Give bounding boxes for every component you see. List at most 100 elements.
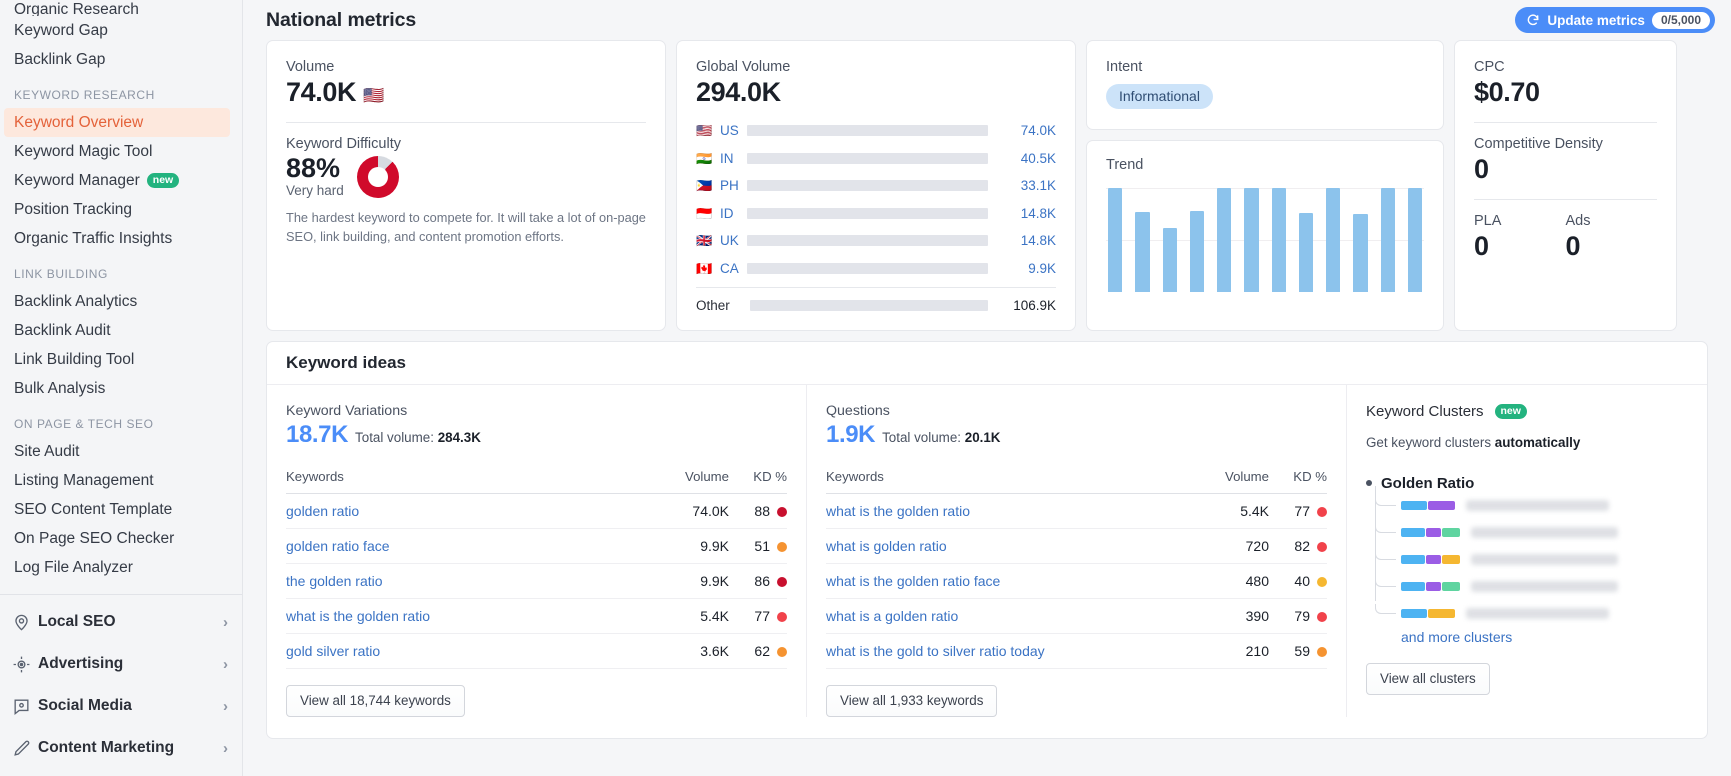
- trend-bar: [1108, 188, 1123, 292]
- chevron-right-icon: ›: [223, 613, 228, 631]
- ads-block: Ads 0: [1566, 213, 1658, 262]
- sidebar-item-log-file-analyzer[interactable]: Log File Analyzer: [0, 553, 242, 582]
- competitive-density-value: 0: [1474, 154, 1489, 185]
- update-metrics-button[interactable]: Update metrics 0/5,000: [1515, 7, 1715, 33]
- geo-code-uk[interactable]: UK: [713, 233, 747, 248]
- sidebar-item-on-page-seo-checker[interactable]: On Page SEO Checker: [0, 524, 242, 553]
- keyword-ideas-title: Keyword ideas: [286, 352, 406, 372]
- keyword-link[interactable]: what is the golden ratio: [286, 608, 430, 624]
- table-row: golden ratio face 9.9K 51: [286, 528, 787, 564]
- sidebar-item-organic-traffic-insights[interactable]: Organic Traffic Insights: [0, 224, 242, 253]
- sidebar-group-local-seo[interactable]: Local SEO ›: [0, 601, 242, 643]
- sidebar-item-keyword-magic-tool[interactable]: Keyword Magic Tool: [0, 137, 242, 166]
- keyword-link[interactable]: what is a golden ratio: [826, 608, 958, 624]
- geo-code-us[interactable]: US: [713, 123, 747, 138]
- sidebar-item-listing-management[interactable]: Listing Management: [0, 466, 242, 495]
- sidebar-group-social-media[interactable]: Social Media ›: [0, 685, 242, 727]
- gridline: [1106, 188, 1424, 189]
- keyword-variations-label: Keyword Variations: [286, 402, 408, 419]
- cluster-bar-segment: [1401, 608, 1427, 618]
- sidebar-item-bulk-analysis[interactable]: Bulk Analysis: [0, 374, 242, 403]
- sidebar-item-keyword-gap[interactable]: Keyword Gap: [0, 16, 242, 45]
- cluster-bar-segment: [1426, 527, 1441, 537]
- geo-code-ca[interactable]: CA: [713, 261, 747, 276]
- metrics-cards-row: Volume 74.0K 🇺🇸 Keyword Difficulty 88% V…: [257, 40, 1717, 331]
- col-header-kd[interactable]: KD %: [1269, 468, 1327, 494]
- geo-code-ph[interactable]: PH: [713, 178, 747, 193]
- geo-value[interactable]: 14.8K: [988, 206, 1056, 221]
- col-header-keywords[interactable]: Keywords: [286, 468, 643, 494]
- keyword-link[interactable]: what is the golden ratio: [826, 503, 970, 519]
- geo-value[interactable]: 74.0K: [988, 123, 1056, 138]
- cluster-bar-segment: [1428, 500, 1455, 510]
- trend-bar: [1135, 211, 1150, 292]
- geo-value[interactable]: 40.5K: [988, 151, 1056, 166]
- sidebar-item-backlink-analytics[interactable]: Backlink Analytics: [0, 287, 242, 316]
- keyword-link[interactable]: golden ratio: [286, 503, 359, 519]
- flag-icon: 🇨🇦: [696, 260, 713, 276]
- geo-separator: [696, 287, 1056, 289]
- keyword-link[interactable]: what is the golden ratio face: [826, 573, 1000, 589]
- intent-chip[interactable]: Informational: [1106, 84, 1213, 109]
- cluster-item[interactable]: [1401, 492, 1688, 519]
- table-row: golden ratio 74.0K 88: [286, 493, 787, 529]
- main-content: National metrics Update metrics 0/5,000 …: [243, 0, 1731, 776]
- cluster-item[interactable]: [1401, 519, 1688, 546]
- keyword-link[interactable]: gold silver ratio: [286, 643, 380, 659]
- sidebar-item-seo-content-template[interactable]: SEO Content Template: [0, 495, 242, 524]
- cluster-item[interactable]: [1401, 600, 1688, 627]
- clusters-subtitle-bold: automatically: [1494, 434, 1581, 450]
- col-header-volume[interactable]: Volume: [1183, 468, 1269, 494]
- trend-label: Trend: [1106, 157, 1144, 173]
- col-header-kd[interactable]: KD %: [729, 468, 787, 494]
- geo-value[interactable]: 14.8K: [988, 233, 1056, 248]
- geo-value[interactable]: 33.1K: [988, 178, 1056, 193]
- sidebar-item-keyword-overview[interactable]: Keyword Overview: [4, 108, 230, 137]
- geo-bar-track: [747, 180, 988, 192]
- kd-indicator-dot: [777, 611, 787, 622]
- view-all-questions-button[interactable]: View all 1,933 keywords: [826, 684, 998, 717]
- view-all-keywords-button[interactable]: View all 18,744 keywords: [286, 684, 465, 717]
- flag-icon: 🇵🇭: [696, 178, 713, 194]
- keyword-link[interactable]: what is golden ratio: [826, 538, 947, 554]
- sidebar-item-site-audit[interactable]: Site Audit: [0, 437, 242, 466]
- keyword-link[interactable]: the golden ratio: [286, 573, 383, 589]
- col-header-keywords[interactable]: Keywords: [826, 468, 1183, 494]
- keyword-variations-total: Total volume: 284.3K: [355, 430, 481, 445]
- keyword-cell: what is the golden ratio: [286, 598, 643, 634]
- cluster-item[interactable]: [1401, 573, 1688, 600]
- geo-code-in[interactable]: IN: [713, 151, 747, 166]
- ads-label: Ads: [1565, 213, 1591, 230]
- update-metrics-count: 0/5,000: [1651, 11, 1710, 29]
- keyword-link[interactable]: what is the gold to silver ratio today: [826, 643, 1045, 659]
- sidebar-item-keyword-manager[interactable]: Keyword Manager new: [0, 166, 242, 195]
- view-all-clusters-button[interactable]: View all clusters: [1366, 662, 1490, 695]
- app-root: Organic Research Keyword Gap Backlink Gap …: [0, 0, 1731, 776]
- kd-cell: 82: [1269, 528, 1327, 564]
- geo-value[interactable]: 9.9K: [988, 261, 1056, 276]
- sidebar-item-position-tracking[interactable]: Position Tracking: [0, 195, 242, 224]
- keyword-link[interactable]: golden ratio face: [286, 538, 390, 554]
- more-clusters-link[interactable]: and more clusters: [1401, 629, 1512, 645]
- sidebar-item-backlink-gap[interactable]: Backlink Gap: [0, 45, 242, 74]
- kd-row: 88% Very hard: [286, 154, 646, 198]
- sidebar-group-content-marketing[interactable]: Content Marketing ›: [0, 727, 242, 769]
- geo-bar-track: [747, 125, 988, 137]
- cluster-bar-group: [1401, 608, 1455, 618]
- col-header-volume[interactable]: Volume: [643, 468, 729, 494]
- geo-code-id[interactable]: ID: [713, 206, 747, 221]
- cluster-label-redacted: [1471, 580, 1618, 592]
- sidebar-item-link-building-tool[interactable]: Link Building Tool: [0, 345, 242, 374]
- cluster-item[interactable]: [1401, 546, 1688, 573]
- sidebar-item-backlink-audit[interactable]: Backlink Audit: [0, 316, 242, 345]
- keyword-clusters-header: Keyword Clusters new: [1366, 403, 1688, 420]
- kd-value: 88%: [286, 153, 341, 184]
- trend-bar: [1298, 212, 1313, 292]
- cluster-bar-segment: [1442, 581, 1460, 591]
- flag-icon: 🇮🇩: [696, 205, 713, 221]
- sidebar-item-organic-research[interactable]: Organic Research: [0, 0, 242, 16]
- sidebar-section-keyword-research: KEYWORD RESEARCH: [14, 88, 155, 102]
- sidebar-group-advertising[interactable]: Advertising ›: [0, 643, 242, 685]
- kd-indicator-dot: [1317, 611, 1327, 622]
- cpc-card: CPC $0.70 Competitive Density 0 PLA 0 Ad…: [1454, 40, 1677, 331]
